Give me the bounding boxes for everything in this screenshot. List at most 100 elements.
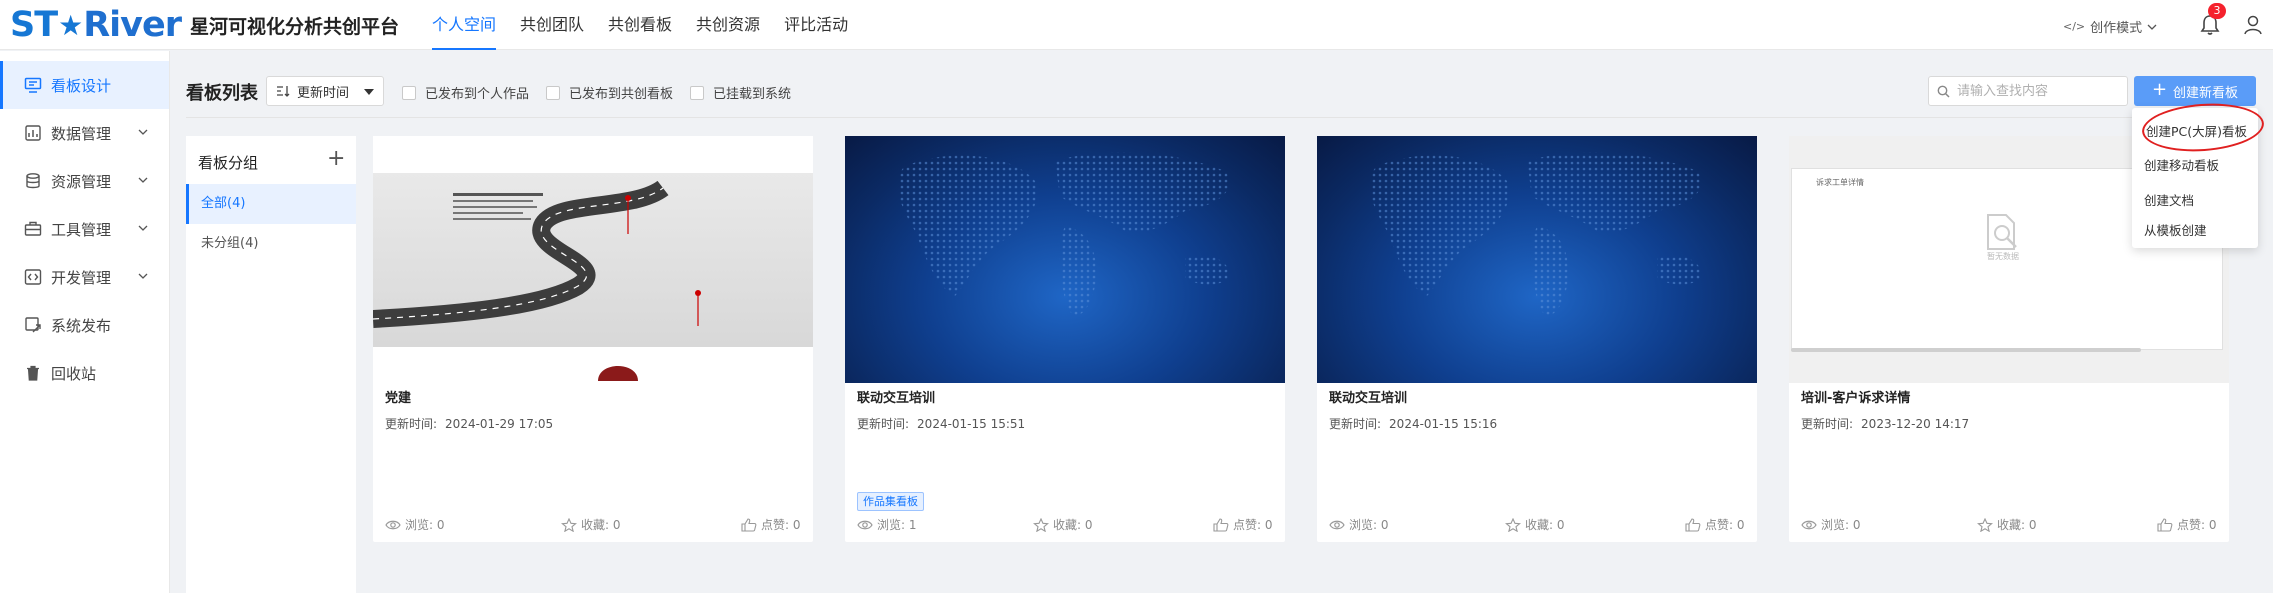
database-icon — [26, 173, 40, 189]
sidebar-item-label: 开发管理 — [51, 268, 112, 287]
nav-resources[interactable]: 共创资源 — [696, 0, 760, 50]
sidebar-item-data-management[interactable]: 数据管理 — [0, 109, 169, 157]
sidebar-item-recycle-bin[interactable]: 回收站 — [0, 349, 169, 397]
card-update-time: 更新时间: 2024-01-29 17:05 — [385, 415, 553, 432]
card-update-time: 更新时间: 2023-12-20 14:17 — [1801, 415, 1969, 432]
time-value: 2023-12-20 14:17 — [1861, 417, 1970, 431]
checkbox[interactable] — [690, 85, 704, 100]
time-label: 更新时间: — [1329, 417, 1382, 431]
card-title[interactable]: 培训-客户诉求详情 — [1801, 387, 1910, 406]
star-icon — [1505, 517, 1521, 532]
card-update-time: 更新时间: 2024-01-15 15:16 — [1329, 415, 1497, 432]
thumbs-up-icon — [741, 517, 757, 532]
like-count-text: 点赞: 0 — [1705, 518, 1745, 532]
sidebar-item-resource-management[interactable]: 资源管理 — [0, 157, 169, 205]
nav-competitions[interactable]: 评比活动 — [784, 0, 848, 50]
create-board-button[interactable]: + 创建新看板 — [2134, 76, 2256, 106]
sidebar-item-system-publish[interactable]: 系统发布 — [0, 301, 169, 349]
chevron-down-icon — [2147, 24, 2157, 30]
page-title: 看板列表 — [186, 83, 258, 104]
filter-personal-works[interactable]: 已发布到个人作品 — [402, 83, 529, 102]
chevron-down-icon — [138, 129, 148, 135]
like-count[interactable]: 点赞: 0 — [1685, 516, 1745, 533]
checkbox[interactable] — [546, 85, 560, 100]
board-thumbnail[interactable] — [373, 136, 813, 383]
menu-create-document[interactable]: 创建文档 — [2144, 190, 2194, 209]
notification-badge: 3 — [2208, 3, 2226, 19]
board-thumbnail[interactable] — [845, 136, 1285, 383]
sidebar-item-dev-management[interactable]: 开发管理 — [0, 253, 169, 301]
like-count[interactable]: 点赞: 0 — [741, 516, 801, 533]
view-count-text: 浏览: 0 — [405, 518, 445, 532]
form-title: 诉求工单详情 — [1816, 178, 1864, 187]
monitor-icon — [24, 77, 42, 93]
group-item-all[interactable]: 全部(4) — [186, 184, 356, 224]
sidebar-item-label: 资源管理 — [51, 172, 112, 191]
divider — [186, 117, 2256, 118]
logo-star-icon: ★ — [58, 8, 83, 42]
add-group-icon[interactable]: + — [327, 148, 345, 170]
search-icon — [1937, 85, 1950, 98]
sidebar-item-tool-management[interactable]: 工具管理 — [0, 205, 169, 253]
nav-boards[interactable]: 共创看板 — [608, 0, 672, 50]
board-card[interactable]: 党建 更新时间: 2024-01-29 17:05 浏览: 0 收藏: 0 点赞:… — [373, 136, 813, 542]
data-icon — [25, 125, 41, 141]
top-bar: ST ★ River 星河可视化分析共创平台 个人空间 共创团队 共创看板 共创资源… — [0, 0, 2273, 50]
board-thumbnail[interactable] — [1317, 136, 1757, 383]
world-map-illustration — [897, 152, 1230, 316]
menu-create-mobile-board[interactable]: 创建移动看板 — [2144, 155, 2219, 174]
portfolio-tag: 作品集看板 — [857, 492, 924, 511]
like-count-text: 点赞: 0 — [1233, 518, 1273, 532]
time-label: 更新时间: — [857, 417, 910, 431]
chevron-down-icon — [138, 225, 148, 231]
sort-select[interactable]: 更新时间 — [266, 76, 384, 106]
view-count-text: 浏览: 1 — [877, 518, 917, 532]
group-item-ungrouped[interactable]: 未分组(4) — [186, 224, 356, 264]
checkbox[interactable] — [402, 85, 416, 100]
trash-icon — [27, 365, 39, 381]
view-count: 浏览: 0 — [1801, 516, 1861, 533]
time-value: 2024-01-15 15:16 — [1389, 417, 1498, 431]
toolbox-icon — [24, 221, 42, 236]
like-count-text: 点赞: 0 — [761, 518, 801, 532]
group-panel: 看板分组 + 全部(4) 未分组(4) — [186, 136, 356, 593]
sidebar: 看板设计 数据管理 资源管理 工具管理 开发管理 系统发布 回收站 — [0, 51, 170, 593]
sidebar-item-label: 看板设计 — [51, 76, 112, 95]
sidebar-item-label: 工具管理 — [51, 220, 112, 239]
filter-mounted-system[interactable]: 已挂载到系统 — [690, 83, 791, 102]
filter-cocreate-boards[interactable]: 已发布到共创看板 — [546, 83, 673, 102]
card-title[interactable]: 联动交互培训 — [1329, 387, 1407, 406]
like-count-text: 点赞: 0 — [2177, 518, 2217, 532]
mode-label: 创作模式 — [2090, 21, 2143, 36]
sidebar-item-board-design[interactable]: 看板设计 — [0, 61, 169, 109]
platform-title: 星河可视化分析共创平台 — [190, 16, 400, 38]
card-title[interactable]: 党建 — [385, 387, 411, 406]
nav-personal-space[interactable]: 个人空间 — [432, 0, 497, 50]
board-card[interactable]: 联动交互培训 更新时间: 2024-01-15 15:51 作品集看板 浏览: 1… — [845, 136, 1285, 542]
view-count-text: 浏览: 0 — [1349, 518, 1389, 532]
mode-switch[interactable]: </> 创作模式 — [2063, 17, 2157, 36]
favorite-count[interactable]: 收藏: 0 — [1033, 516, 1093, 533]
caret-down-icon — [364, 89, 374, 95]
time-value: 2024-01-29 17:05 — [445, 417, 554, 431]
sidebar-item-label: 数据管理 — [51, 124, 112, 143]
favorite-count[interactable]: 收藏: 0 — [1977, 516, 2037, 533]
card-title[interactable]: 联动交互培训 — [857, 387, 935, 406]
time-label: 更新时间: — [385, 417, 438, 431]
horizontal-scrollbar[interactable] — [1791, 348, 2141, 352]
favorite-count[interactable]: 收藏: 0 — [561, 516, 621, 533]
nav-teams[interactable]: 共创团队 — [520, 0, 584, 50]
view-count: 浏览: 1 — [857, 516, 917, 533]
chevron-down-icon — [138, 273, 148, 279]
board-card[interactable]: 联动交互培训 更新时间: 2024-01-15 15:16 浏览: 0 收藏: 0… — [1317, 136, 1757, 542]
plus-icon: + — [2151, 79, 2168, 100]
favorite-count[interactable]: 收藏: 0 — [1505, 516, 1565, 533]
like-count[interactable]: 点赞: 0 — [1213, 516, 1273, 533]
search-input[interactable] — [1928, 76, 2128, 106]
brand-logo[interactable]: ST ★ River — [10, 5, 182, 45]
user-icon[interactable] — [2243, 15, 2263, 35]
sidebar-item-label: 系统发布 — [51, 316, 112, 335]
card-update-time: 更新时间: 2024-01-15 15:51 — [857, 415, 1025, 432]
like-count[interactable]: 点赞: 0 — [2157, 516, 2217, 533]
menu-create-from-template[interactable]: 从模板创建 — [2144, 220, 2207, 239]
